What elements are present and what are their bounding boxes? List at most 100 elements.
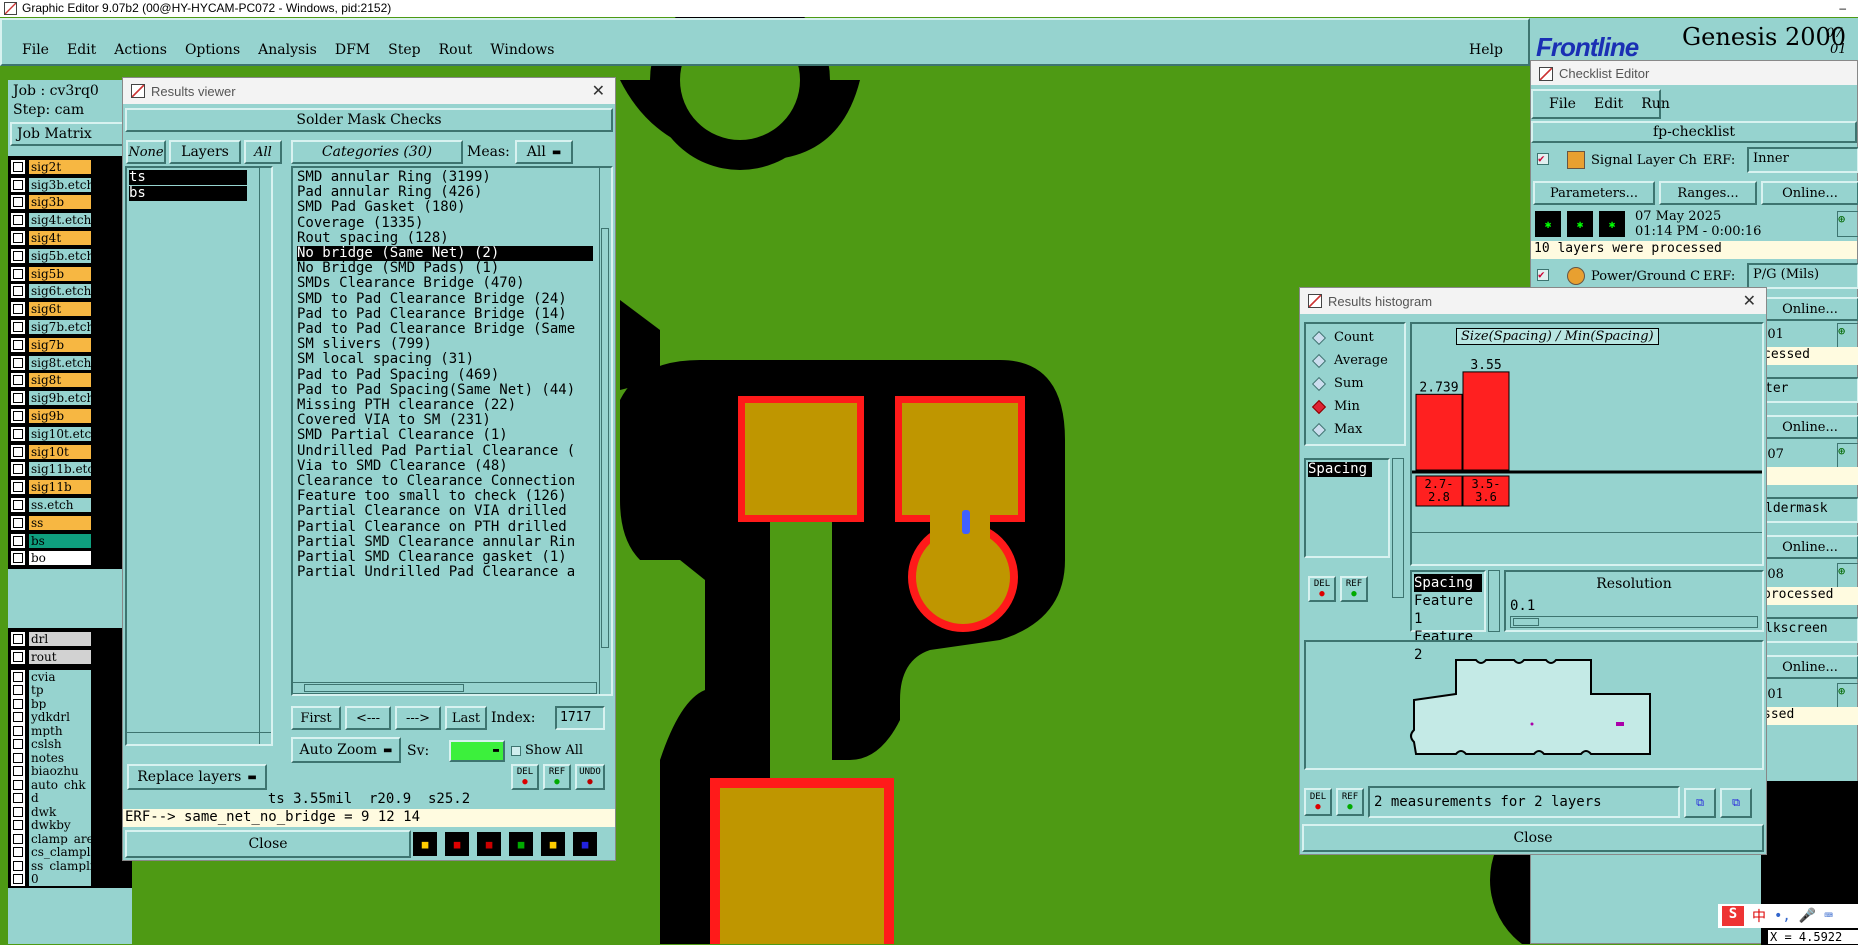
layer-row[interactable]: sig10t (8, 443, 132, 461)
result-layer-item[interactable]: bs (129, 186, 247, 202)
layer-row[interactable]: bo (8, 550, 132, 568)
hist-del-button[interactable]: DEL ● (1308, 576, 1336, 602)
layer-items-list[interactable]: ts bs (125, 166, 273, 746)
online-button-3[interactable]: Online... (1761, 415, 1858, 439)
sv-color-select[interactable]: ▬ (449, 740, 505, 762)
category-item[interactable]: Feature too small to check (126) (297, 489, 607, 504)
menu-options[interactable]: Options (185, 42, 240, 58)
layer-row[interactable]: tp (8, 683, 132, 698)
field-option[interactable]: Spacing (1414, 574, 1482, 592)
close-icon[interactable]: ✕ (592, 81, 605, 101)
zoom-icon-1[interactable]: ⊕ (1837, 211, 1858, 237)
layer-row[interactable]: ss (8, 514, 132, 532)
category-item[interactable]: Rout spacing (128) (297, 230, 607, 246)
layer-checkbox[interactable] (13, 215, 23, 226)
del-button[interactable]: DEL ● (511, 764, 539, 790)
categories-vscrollbar[interactable] (599, 168, 611, 694)
export-all-icon[interactable]: ⧉ (1720, 788, 1752, 818)
layer-checkbox[interactable] (13, 874, 23, 885)
replace-layers-select[interactable]: Replace layers ▬ (127, 764, 267, 790)
delete-icon[interactable]: ■ (477, 832, 501, 856)
layer-checkbox[interactable] (13, 339, 23, 350)
layer-checkbox[interactable] (13, 357, 23, 368)
layer-checkbox[interactable] (13, 725, 23, 736)
layer-row[interactable]: sig5b (8, 265, 132, 283)
erf-frag-3[interactable]: ldermask (1761, 497, 1858, 523)
layer-row[interactable]: sig3b (8, 194, 132, 212)
layer-row[interactable]: sig3b.etch (8, 176, 132, 194)
category-item[interactable]: Pad annular Ring (426) (297, 185, 607, 200)
layer-checkbox[interactable] (13, 322, 23, 333)
layer-checkbox[interactable] (13, 752, 23, 763)
parameters-button[interactable]: Parameters... (1533, 181, 1655, 205)
category-item[interactable]: No Bridge (SMD Pads) (1) (297, 261, 607, 276)
category-item[interactable]: Partial SMD Clearance gasket (1) (297, 549, 607, 565)
undo-button[interactable]: UNDO ● (575, 764, 605, 790)
index-input[interactable]: 1717 (555, 706, 605, 730)
layer-row[interactable]: sig9b (8, 407, 132, 425)
layer-checkbox[interactable] (13, 482, 23, 493)
layer-row[interactable]: dwkby (8, 818, 132, 833)
checklist-menu-file[interactable]: File (1549, 96, 1576, 112)
zoom-icon-5[interactable]: ⊕ (1837, 683, 1858, 709)
next-button[interactable]: ---> (395, 706, 441, 730)
signal-item-label[interactable]: Signal Layer Ch (1591, 153, 1701, 168)
layer-checkbox[interactable] (13, 393, 23, 404)
field-option[interactable]: Feature 1 (1414, 592, 1482, 628)
ref-button[interactable]: REF ● (543, 764, 571, 790)
close-icon[interactable]: ✕ (1743, 291, 1756, 311)
category-item[interactable]: Covered VIA to SM (231) (297, 413, 607, 428)
category-item[interactable]: Pad to Pad Clearance Bridge (Same (297, 321, 607, 337)
pg-item-checkbox[interactable]: ✔ (1537, 269, 1549, 281)
layer-row[interactable]: auto_chk_p (8, 777, 132, 792)
auto-zoom-select[interactable]: Auto Zoom ▬ (291, 737, 401, 763)
layer-checkbox[interactable] (13, 286, 23, 297)
layer-row[interactable]: sig6t.etch (8, 283, 132, 301)
menu-actions[interactable]: Actions (114, 42, 167, 58)
show-all-checkbox[interactable] (511, 746, 521, 756)
layer-checkbox[interactable] (13, 793, 23, 804)
hist-ref-button[interactable]: REF ● (1340, 576, 1368, 602)
layer-checkbox[interactable] (13, 766, 23, 777)
export-icon[interactable]: ⧉ (1684, 788, 1716, 818)
category-item[interactable]: SMD annular Ring (3199) (297, 169, 607, 185)
layer-checkbox[interactable] (13, 651, 23, 662)
layer-row[interactable]: biaozhu (8, 764, 132, 779)
layer-row[interactable]: sig8t.etch (8, 354, 132, 372)
screen-icon[interactable]: ■ (445, 832, 469, 856)
prev-button[interactable]: <--- (345, 706, 391, 730)
category-item[interactable]: No bridge (Same Net) (2) (297, 245, 593, 262)
checklist-menu-run[interactable]: Run (1641, 96, 1670, 112)
layer-checkbox[interactable] (13, 847, 23, 858)
category-item[interactable]: Partial Undrilled Pad Clearance a (297, 565, 607, 580)
field-item[interactable]: Spacing (1308, 461, 1372, 478)
meas-select[interactable]: All ▬ (515, 140, 573, 164)
layer-row[interactable]: sig8t (8, 372, 132, 390)
fields-vscrollbar[interactable] (1488, 570, 1500, 632)
layers-vscrollbar[interactable] (259, 168, 271, 744)
run-icons[interactable]: ✱ ✱ ✱ (1535, 211, 1625, 237)
histogram-field-list[interactable]: Spacing (1304, 458, 1390, 558)
layer-checkbox[interactable] (13, 553, 23, 564)
mode-max-radio[interactable]: Max (1306, 418, 1404, 441)
menu-rout[interactable]: Rout (439, 42, 473, 58)
run-stop-icon[interactable]: ✱ (1599, 211, 1625, 237)
online-button-1[interactable]: Online... (1761, 181, 1858, 205)
menu-windows[interactable]: Windows (490, 42, 554, 58)
field-list-vscrollbar[interactable] (1392, 458, 1404, 598)
category-item[interactable]: Missing PTH clearance (22) (297, 397, 607, 413)
hist-ref-button-2[interactable]: REF ● (1336, 788, 1364, 816)
layer-row[interactable]: sig4t.etch (8, 211, 132, 229)
category-item[interactable]: Pad to Pad Spacing (469) (297, 367, 607, 383)
layer-row[interactable]: 0 (8, 872, 132, 887)
layer-row[interactable]: ss.etch (8, 496, 132, 514)
layer-checkbox[interactable] (13, 197, 23, 208)
layer-row[interactable]: cvia (8, 669, 132, 684)
chart-hscrollbar[interactable] (1412, 532, 1762, 544)
results-viewer-close-button[interactable]: Close (125, 830, 411, 858)
none-button[interactable]: None (126, 140, 166, 164)
layer-row[interactable]: rout (8, 648, 132, 666)
layer-row[interactable]: cslsh (8, 737, 132, 752)
category-item[interactable]: Pad to Pad Clearance Bridge (14) (297, 306, 607, 322)
category-item[interactable]: Partial SMD Clearance annular Rin (297, 534, 607, 550)
